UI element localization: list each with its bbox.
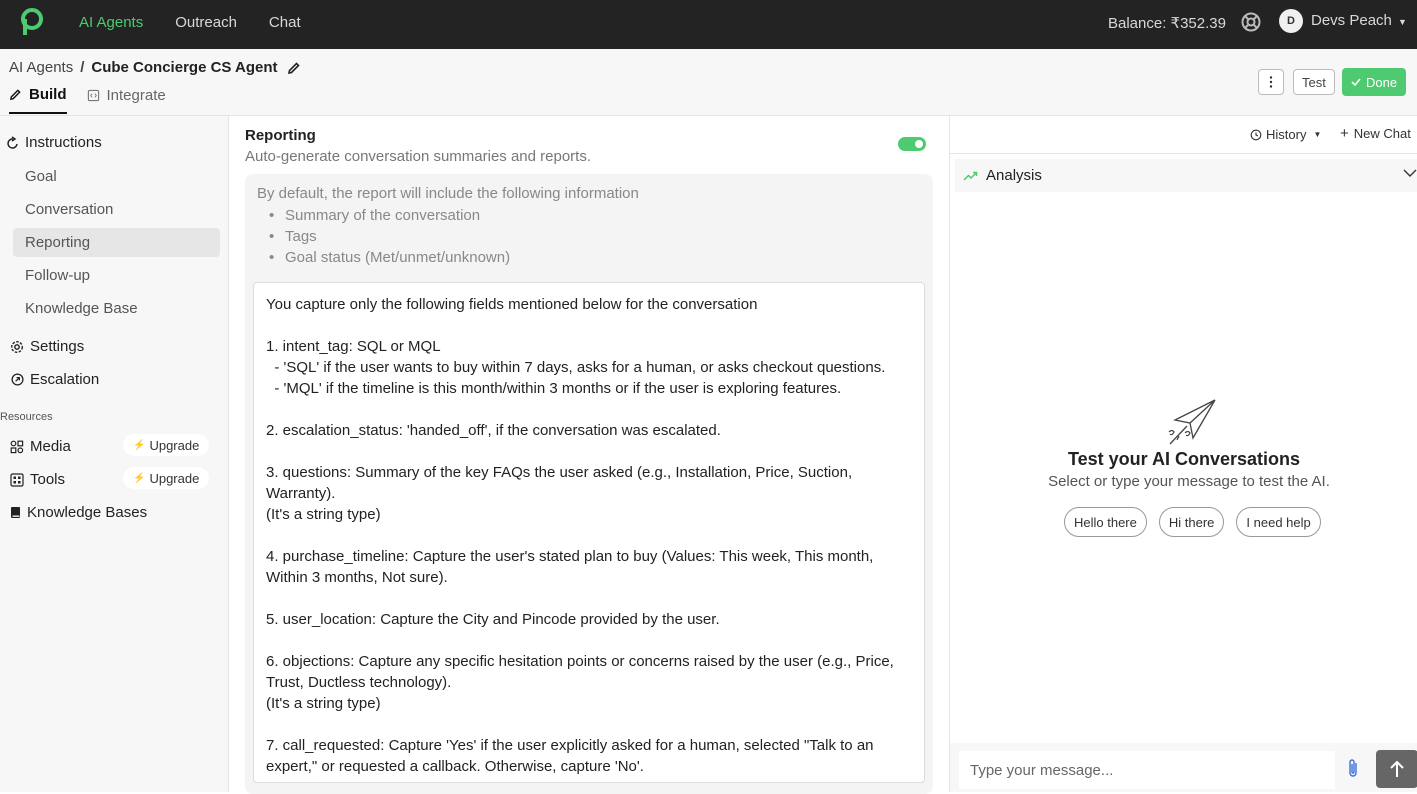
- new-chat-button[interactable]: + New Chat: [1340, 126, 1411, 141]
- code-box-icon: [87, 89, 99, 102]
- sidebar-media-label: Media: [30, 438, 71, 455]
- chevron-down-icon: ▼: [1313, 130, 1322, 139]
- sidebar-instructions[interactable]: Instructions: [7, 134, 102, 151]
- sidebar: Instructions Goal Conversation Reporting…: [0, 116, 229, 792]
- test-chat-panel: History ▼ + New Chat Analysis Test your …: [949, 116, 1417, 792]
- media-upgrade-button[interactable]: ⚡ Upgrade: [123, 434, 210, 456]
- check-icon: [1351, 78, 1361, 87]
- info-intro: By default, the report will include the …: [257, 185, 639, 202]
- new-chat-label: New Chat: [1353, 126, 1411, 141]
- sidebar-tools[interactable]: Tools: [10, 471, 65, 488]
- pencil-icon: [9, 89, 21, 101]
- chat-toolbar: History ▼ + New Chat: [950, 116, 1417, 154]
- test-button[interactable]: Test: [1293, 69, 1335, 95]
- sidebar-media[interactable]: Media: [10, 438, 71, 455]
- plus-icon: +: [1340, 125, 1349, 142]
- tab-integrate-label: Integrate: [106, 87, 166, 104]
- tab-build-label: Build: [29, 86, 67, 103]
- chevron-down-icon: ▼: [1398, 17, 1407, 27]
- user-name: Devs Peach: [1311, 12, 1392, 29]
- upgrade-label: Upgrade: [149, 437, 200, 453]
- app-logo-icon[interactable]: [20, 8, 44, 36]
- history-clock-icon: [1250, 129, 1262, 140]
- section-title: Reporting: [245, 127, 316, 144]
- escalation-circle-arrow-icon: [11, 373, 24, 386]
- history-button[interactable]: History ▼: [1250, 127, 1321, 142]
- empty-state-subtitle: Select or type your message to test the …: [1048, 473, 1330, 490]
- suggestion-chip-help[interactable]: I need help: [1236, 507, 1321, 537]
- chevron-down-icon: [1403, 169, 1417, 177]
- tools-grid-icon: [10, 472, 24, 487]
- breadcrumb-current: Cube Concierge CS Agent: [91, 59, 278, 76]
- trend-up-icon: [963, 171, 978, 181]
- lightning-icon: ⚡: [133, 472, 146, 484]
- section-subtitle: Auto-generate conversation summaries and…: [245, 148, 592, 165]
- media-grid-icon: [10, 440, 24, 453]
- history-label: History: [1266, 127, 1307, 142]
- sidebar-escalation-label: Escalation: [30, 371, 100, 388]
- edit-pencil-icon[interactable]: [287, 61, 301, 75]
- main-nav: AI Agents Outreach Chat: [79, 14, 333, 31]
- sidebar-item-goal[interactable]: Goal: [13, 162, 220, 191]
- tab-integrate[interactable]: Integrate: [87, 86, 166, 114]
- message-composer: [950, 743, 1417, 792]
- tab-build[interactable]: Build: [9, 86, 67, 114]
- user-menu[interactable]: Devs Peach ▼: [1311, 12, 1407, 29]
- sidebar-item-reporting[interactable]: Reporting: [13, 228, 220, 257]
- paper-plane-icon: [1168, 399, 1216, 445]
- help-lifebuoy-icon[interactable]: [1241, 12, 1261, 32]
- sidebar-escalation[interactable]: Escalation: [11, 371, 99, 388]
- sidebar-tools-label: Tools: [30, 471, 66, 488]
- reporting-panel: Reporting Auto-generate conversation sum…: [229, 116, 949, 794]
- breadcrumb-root[interactable]: AI Agents: [9, 59, 73, 76]
- done-button[interactable]: Done: [1342, 68, 1407, 96]
- page-header: AI Agents / Cube Concierge CS Agent Buil…: [0, 49, 1417, 116]
- refresh-icon: [7, 135, 18, 149]
- suggestion-chip-hi[interactable]: Hi there: [1158, 507, 1225, 537]
- sidebar-instructions-label: Instructions: [25, 134, 102, 151]
- suggestion-chips: Hello there Hi there I need help: [1064, 507, 1321, 537]
- resources-heading: Resources: [0, 411, 53, 423]
- book-icon: [11, 507, 20, 518]
- analysis-accordion[interactable]: Analysis: [955, 159, 1417, 192]
- sidebar-knowledge-bases-label: Knowledge Bases: [27, 504, 148, 521]
- sidebar-item-conversation[interactable]: Conversation: [13, 195, 220, 224]
- list-item: Tags: [269, 226, 510, 247]
- info-list: Summary of the conversation Tags Goal st…: [269, 205, 510, 268]
- done-label: Done: [1366, 74, 1398, 90]
- build-tabs: Build Integrate: [9, 86, 186, 114]
- nav-chat[interactable]: Chat: [269, 14, 301, 31]
- vertical-dots-icon: [1269, 76, 1273, 88]
- sidebar-settings[interactable]: Settings: [10, 338, 84, 355]
- analysis-label: Analysis: [986, 167, 1042, 184]
- gear-icon: [10, 340, 24, 353]
- reporting-toggle[interactable]: [898, 137, 926, 151]
- sidebar-settings-label: Settings: [30, 338, 85, 355]
- list-item: Goal status (Met/unmet/unknown): [269, 247, 510, 268]
- top-navbar: AI Agents Outreach Chat Balance: ₹352.39…: [0, 0, 1417, 49]
- reporting-prompt-textarea[interactable]: You capture only the following fields me…: [253, 282, 925, 783]
- nav-ai-agents[interactable]: AI Agents: [79, 14, 143, 31]
- tools-upgrade-button[interactable]: ⚡ Upgrade: [123, 467, 210, 489]
- send-button[interactable]: [1376, 750, 1417, 788]
- upgrade-label: Upgrade: [149, 470, 200, 486]
- list-item: Summary of the conversation: [269, 205, 510, 226]
- paperclip-icon[interactable]: [1346, 757, 1360, 779]
- empty-state-title: Test your AI Conversations: [1067, 449, 1301, 469]
- suggestion-chip-hello[interactable]: Hello there: [1064, 507, 1147, 537]
- nav-outreach[interactable]: Outreach: [175, 14, 237, 31]
- message-input[interactable]: [959, 751, 1335, 789]
- lightning-icon: ⚡: [133, 439, 146, 451]
- arrow-up-icon: [1390, 760, 1404, 777]
- sidebar-item-follow-up[interactable]: Follow-up: [13, 261, 220, 290]
- balance-display: Balance: ₹352.39: [1108, 15, 1226, 32]
- sidebar-item-knowledge-base[interactable]: Knowledge Base: [13, 294, 220, 323]
- breadcrumb-separator: /: [80, 59, 85, 76]
- user-avatar[interactable]: D: [1279, 9, 1303, 33]
- sidebar-knowledge-bases[interactable]: Knowledge Bases: [10, 504, 147, 521]
- more-options-button[interactable]: [1258, 69, 1284, 95]
- breadcrumb: AI Agents / Cube Concierge CS Agent: [9, 59, 301, 76]
